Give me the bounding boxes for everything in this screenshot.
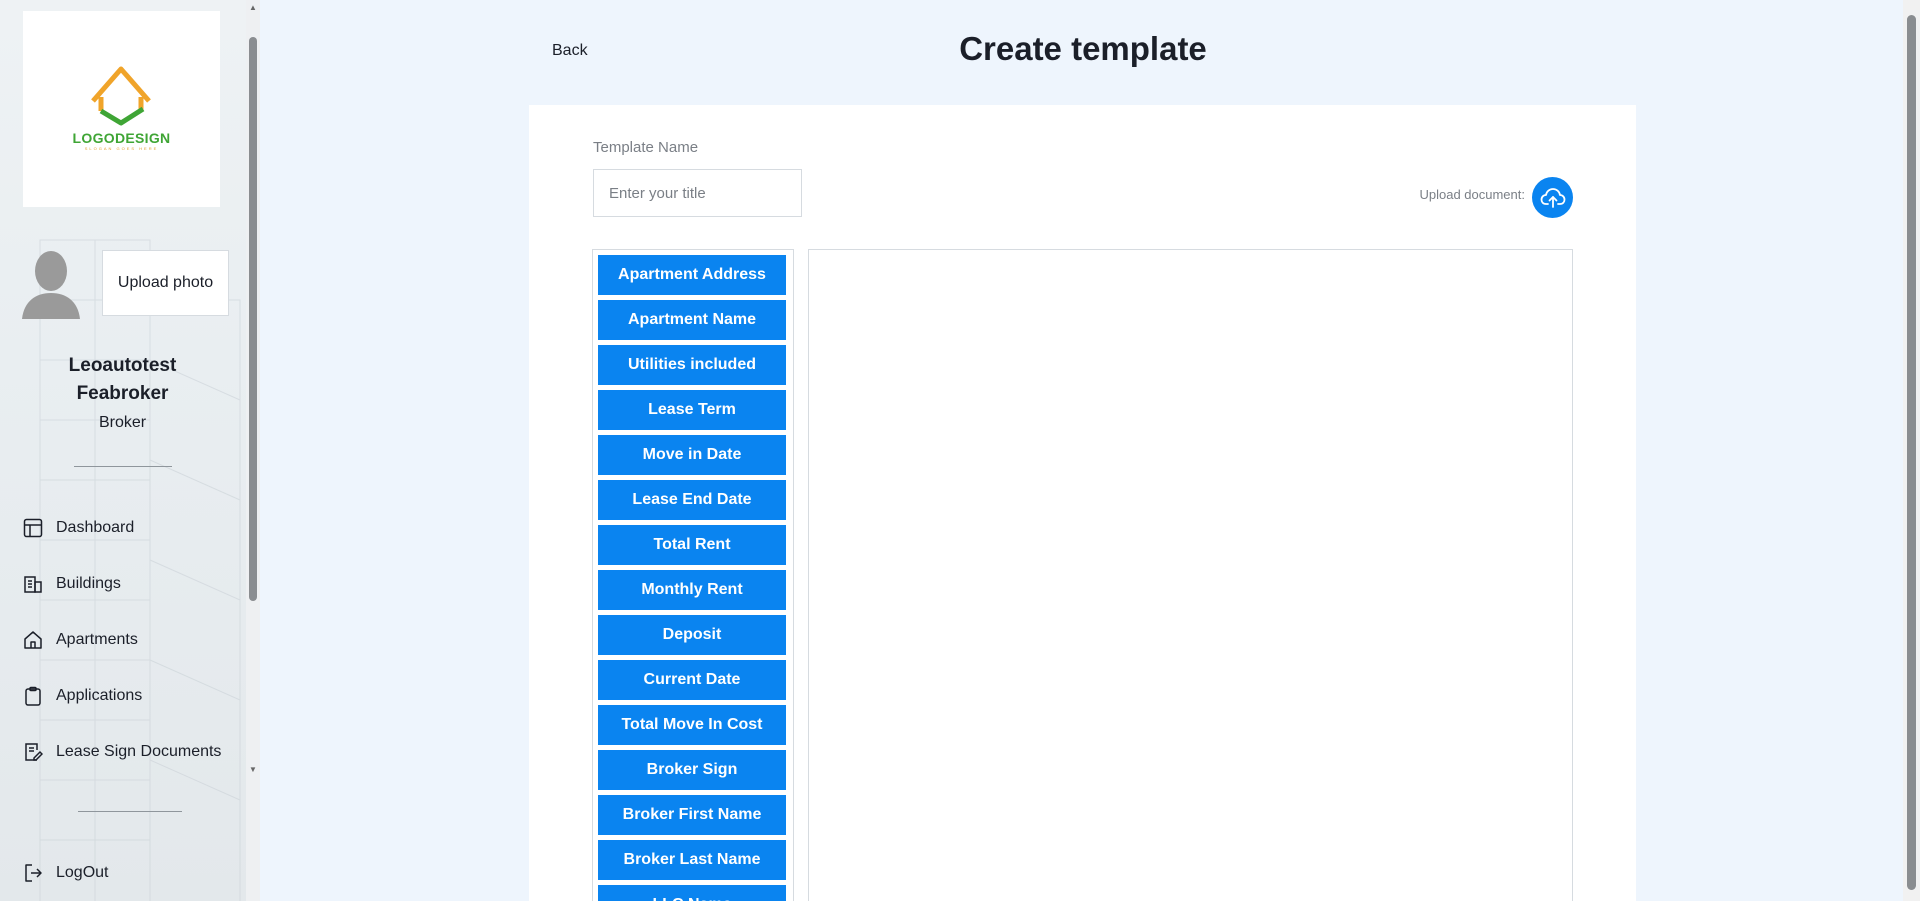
document-sign-icon	[22, 741, 44, 763]
nav-item-applications[interactable]: Applications	[22, 681, 142, 711]
nav-item-apartments[interactable]: Apartments	[22, 625, 138, 655]
cloud-upload-icon	[1540, 187, 1565, 208]
logo-tagline: SLOGAN GOES HERE	[84, 146, 159, 151]
field-button-lease-term[interactable]: Lease Term	[598, 390, 786, 430]
field-button-utilities-included[interactable]: Utilities included	[598, 345, 786, 385]
template-name-label: Template Name	[593, 139, 699, 156]
nav-label: Buildings	[56, 575, 121, 592]
document-editor-area[interactable]	[808, 249, 1573, 901]
field-button-total-move-in-cost[interactable]: Total Move In Cost	[598, 705, 786, 745]
upload-document-label: Upload document:	[1419, 187, 1525, 202]
nav-label: Lease Sign Documents	[56, 743, 222, 760]
nav-item-dashboard[interactable]: Dashboard	[22, 513, 134, 543]
divider	[74, 466, 172, 467]
back-link[interactable]: Back	[552, 42, 588, 60]
nav-label: Applications	[56, 687, 143, 704]
field-button-broker-first-name[interactable]: Broker First Name	[598, 795, 786, 835]
company-logo: LOGODESIGN SLOGAN GOES HERE	[23, 11, 220, 207]
nav-label: Apartments	[56, 631, 138, 648]
logout-label: LogOut	[56, 864, 109, 881]
logo-text: LOGODESIGN	[72, 130, 171, 146]
logout-icon	[22, 862, 44, 884]
field-button-apartment-address[interactable]: Apartment Address	[598, 255, 786, 295]
upload-photo-button[interactable]: Upload photo	[102, 250, 229, 316]
user-role: Broker	[98, 414, 147, 431]
nav-item-buildings[interactable]: Buildings	[22, 569, 121, 599]
avatar	[22, 251, 80, 319]
field-button-move-in-date[interactable]: Move in Date	[598, 435, 786, 475]
scroll-up-icon[interactable]: ▲	[248, 3, 258, 13]
dashboard-icon	[22, 517, 44, 539]
field-button-monthly-rent[interactable]: Monthly Rent	[598, 570, 786, 610]
page-title: Create template	[959, 30, 1207, 67]
field-button-apartment-name[interactable]: Apartment Name	[598, 300, 786, 340]
field-button-total-rent[interactable]: Total Rent	[598, 525, 786, 565]
field-button-deposit[interactable]: Deposit	[598, 615, 786, 655]
field-button-broker-sign[interactable]: Broker Sign	[598, 750, 786, 790]
page-scrollbar-thumb[interactable]	[1907, 15, 1916, 890]
field-button-lease-end-date[interactable]: Lease End Date	[598, 480, 786, 520]
scroll-down-icon[interactable]: ▼	[248, 765, 258, 775]
logo-house-icon	[91, 66, 151, 126]
divider	[78, 811, 182, 812]
field-button-broker-last-name[interactable]: Broker Last Name	[598, 840, 786, 880]
home-icon	[22, 629, 44, 651]
clipboard-icon	[22, 685, 44, 707]
template-name-input[interactable]	[593, 169, 802, 217]
field-button-current-date[interactable]: Current Date	[598, 660, 786, 700]
user-name: Leoautotest Feabroker	[68, 355, 177, 404]
upload-document-button[interactable]	[1532, 177, 1573, 218]
building-icon	[22, 573, 44, 595]
field-button-llc-name[interactable]: LLC Name	[598, 885, 786, 901]
nav-label: Dashboard	[56, 519, 135, 536]
sidebar: LOGODESIGN SLOGAN GOES HERE Upload photo…	[0, 0, 260, 901]
sidebar-scrollbar-thumb[interactable]	[249, 37, 257, 601]
nav-item-lease-sign-documents[interactable]: Lease Sign Documents	[22, 737, 221, 767]
logout-button[interactable]: LogOut	[22, 858, 108, 888]
